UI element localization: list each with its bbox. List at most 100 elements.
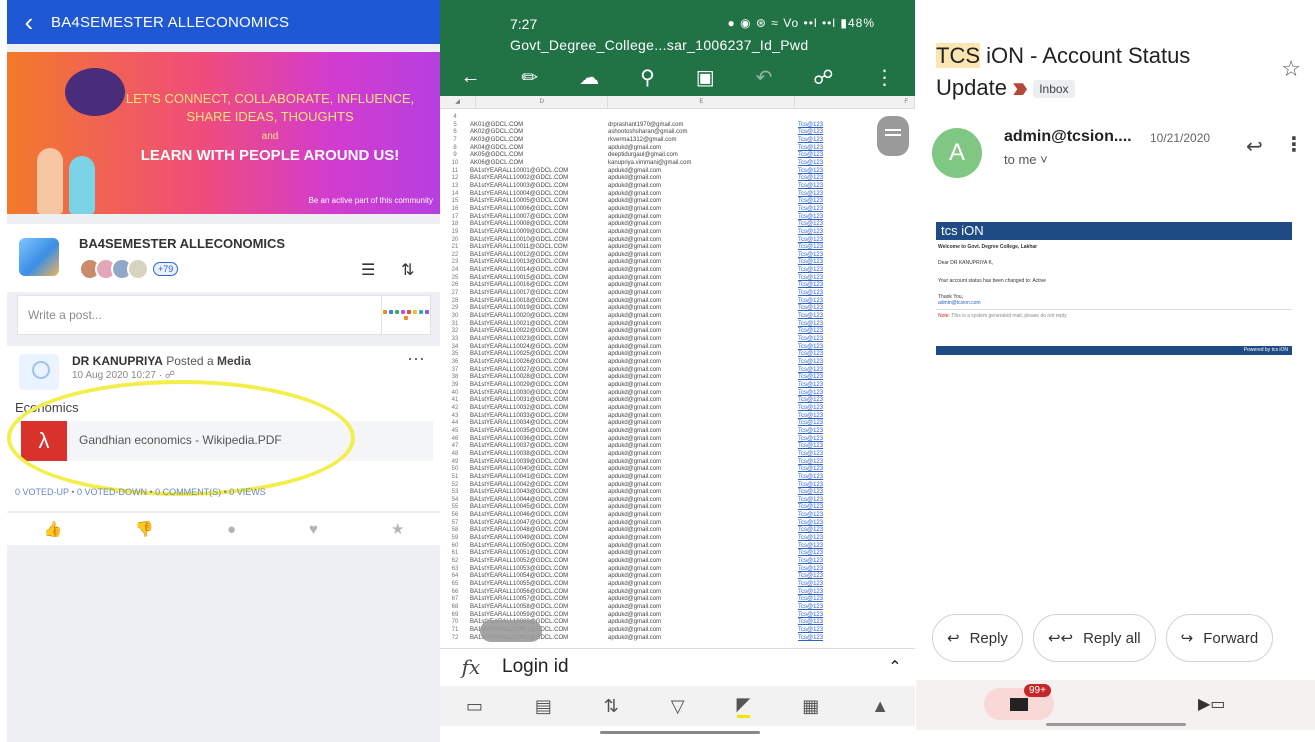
cell-password[interactable]: Tcs@123 (798, 573, 823, 581)
table-row[interactable]: 53 BA1stYEARALL10043@GDCL.COM apdukd@gmail… (440, 489, 915, 497)
cell-email[interactable]: apdukd@gmail.com (608, 451, 798, 459)
reply-button[interactable]: ↩ Reply (932, 614, 1023, 662)
cell-login-id[interactable]: AK05@GDCL.COM (470, 152, 608, 160)
table-row[interactable]: 51 BA1stYEARALL10041@GDCL.COM apdukd@gmail… (440, 474, 915, 482)
cell-password[interactable]: Tcs@123 (798, 443, 823, 451)
back-arrow-icon[interactable]: ← (460, 66, 480, 89)
cell-password[interactable]: Tcs@123 (798, 428, 823, 436)
cell-email[interactable]: apdukd@gmail.com (608, 497, 798, 505)
cell-login-id[interactable]: BA1stYEARALL10053@GDCL.COM (470, 566, 608, 574)
column-header[interactable]: E (608, 96, 796, 108)
undo-icon[interactable]: ↶ (756, 65, 773, 90)
cell-password[interactable]: Tcs@123 (798, 520, 823, 528)
comment-icon[interactable]: ● (227, 521, 236, 538)
table-row[interactable]: 15 BA1stYEARALL10005@GDCL.COM apdukd@gmail… (440, 198, 915, 206)
cell-email[interactable]: apdukd@gmail.com (608, 566, 798, 574)
cell-login-id[interactable]: BA1stYEARALL10034@GDCL.COM (470, 420, 608, 428)
cell-password[interactable]: Tcs@123 (798, 550, 823, 558)
cell-login-id[interactable]: BA1stYEARALL10037@GDCL.COM (470, 443, 608, 451)
cell-login-id[interactable] (470, 114, 608, 122)
cell-email[interactable]: apdukd@gmail.com (608, 550, 798, 558)
cell-login-id[interactable]: BA1stYEARALL10001@GDCL.COM (470, 168, 608, 176)
table-row[interactable]: 54 BA1stYEARALL10044@GDCL.COM apdukd@gmail… (440, 497, 915, 505)
table-row[interactable]: 39 BA1stYEARALL10029@GDCL.COM apdukd@gmail… (440, 382, 915, 390)
recipient-line[interactable]: to me ˅ (1004, 152, 1048, 167)
filter-icon[interactable]: ▽ (671, 696, 685, 717)
write-post-box[interactable]: Write a post... (17, 295, 431, 335)
cell-password[interactable]: Tcs@123 (798, 604, 823, 612)
cell-password[interactable]: Tcs@123 (798, 129, 823, 137)
table-row[interactable]: 33 BA1stYEARALL10023@GDCL.COM apdukd@gmail… (440, 336, 915, 344)
save-icon[interactable]: ▣ (696, 65, 715, 90)
cell-email[interactable]: apdukd@gmail.com (608, 397, 798, 405)
cell-email[interactable]: apdukd@gmail.com (608, 635, 798, 643)
cell-password[interactable]: Tcs@123 (798, 282, 823, 290)
table-row[interactable]: 68 BA1stYEARALL10058@GDCL.COM apdukd@gmail… (440, 604, 915, 612)
reply-all-button[interactable]: ↩↩ Reply all (1032, 614, 1156, 662)
cell-login-id[interactable]: BA1stYEARALL10028@GDCL.COM (470, 374, 608, 382)
select-all-corner[interactable]: ◢ (440, 96, 477, 108)
cell-email[interactable]: apdukd@gmail.com (608, 535, 798, 543)
table-row[interactable]: 48 BA1stYEARALL10038@GDCL.COM apdukd@gmail… (440, 451, 915, 459)
cell-login-id[interactable]: BA1stYEARALL10019@GDCL.COM (470, 305, 608, 313)
table-row[interactable]: 17 BA1stYEARALL10007@GDCL.COM apdukd@gmail… (440, 214, 915, 222)
cell-login-id[interactable]: BA1stYEARALL10013@GDCL.COM (470, 259, 608, 267)
table-row[interactable]: 62 BA1stYEARALL10052@GDCL.COM apdukd@gmail… (440, 558, 915, 566)
cell-password[interactable]: Tcs@123 (798, 451, 823, 459)
cell-login-id[interactable]: BA1stYEARALL10055@GDCL.COM (470, 581, 608, 589)
cell-password[interactable]: Tcs@123 (798, 267, 823, 275)
cell-email[interactable]: apdukd@gmail.com (608, 175, 798, 183)
more-vert-icon[interactable]: ⋮ (1284, 132, 1304, 157)
cell-login-id[interactable]: BA1stYEARALL10030@GDCL.COM (470, 390, 608, 398)
cell-login-id[interactable]: BA1stYEARALL10016@GDCL.COM (470, 282, 608, 290)
table-row[interactable]: 22 BA1stYEARALL10012@GDCL.COM apdukd@gmail… (440, 252, 915, 260)
sheet-grid[interactable]: 4 5 AK01@GDCL.COM drprashant1970@gmail.com T… (440, 108, 915, 648)
table-row[interactable]: 27 BA1stYEARALL10017@GDCL.COM apdukd@gmail… (440, 290, 915, 298)
table-row[interactable]: 7 AK03@GDCL.COM rkverma1312@gmail.com Tcs@1… (440, 137, 915, 145)
post-author[interactable]: DR KANUPRIYA (72, 354, 163, 368)
table-row[interactable]: 20 BA1stYEARALL10010@GDCL.COM apdukd@gmail… (440, 237, 915, 245)
cell-login-id[interactable]: BA1stYEARALL10057@GDCL.COM (470, 596, 608, 604)
cell-password[interactable]: Tcs@123 (798, 359, 823, 367)
table-row[interactable]: 6 AK02@GDCL.COM ashootoshsharan@gmail.com T… (440, 129, 915, 137)
cell-password[interactable]: Tcs@123 (798, 290, 823, 298)
table-row[interactable]: 5 AK01@GDCL.COM drprashant1970@gmail.com Tc… (440, 122, 915, 130)
cell-login-id[interactable]: BA1stYEARALL10038@GDCL.COM (470, 451, 608, 459)
cell-password[interactable]: Tcs@123 (798, 259, 823, 267)
cell-email[interactable]: apdukd@gmail.com (608, 482, 798, 490)
cell-password[interactable]: Tcs@123 (798, 175, 823, 183)
cell-login-id[interactable]: BA1stYEARALL10025@GDCL.COM (470, 351, 608, 359)
cell-email[interactable]: rkverma1312@gmail.com (608, 137, 798, 145)
cell-login-id[interactable]: BA1stYEARALL10052@GDCL.COM (470, 558, 608, 566)
table-icon[interactable]: ▦ (802, 696, 819, 717)
table-row[interactable]: 8 AK04@GDCL.COM apdukd@gmail.com Tcs@123 (440, 145, 915, 153)
cell-password[interactable]: Tcs@123 (798, 558, 823, 566)
table-row[interactable]: 42 BA1stYEARALL10032@GDCL.COM apdukd@gmail… (440, 405, 915, 413)
cell-password[interactable]: Tcs@123 (798, 122, 823, 130)
cell-login-id[interactable]: BA1stYEARALL10058@GDCL.COM (470, 604, 608, 612)
cell-login-id[interactable]: BA1stYEARALL10040@GDCL.COM (470, 466, 608, 474)
cell-login-id[interactable]: AK01@GDCL.COM (470, 122, 608, 130)
table-row[interactable]: 43 BA1stYEARALL10033@GDCL.COM apdukd@gmail… (440, 413, 915, 421)
table-row[interactable]: 59 BA1stYEARALL10049@GDCL.COM apdukd@gmail… (440, 535, 915, 543)
table-row[interactable]: 25 BA1stYEARALL10015@GDCL.COM apdukd@gmail… (440, 275, 915, 283)
cell-email[interactable]: apdukd@gmail.com (608, 214, 798, 222)
table-row[interactable]: 35 BA1stYEARALL10025@GDCL.COM apdukd@gmail… (440, 351, 915, 359)
cell-email[interactable]: apdukd@gmail.com (608, 420, 798, 428)
cell-password[interactable]: Tcs@123 (798, 351, 823, 359)
table-row[interactable]: 19 BA1stYEARALL10009@GDCL.COM apdukd@gmail… (440, 229, 915, 237)
cell-password[interactable]: Tcs@123 (798, 221, 823, 229)
cell-login-id[interactable]: BA1stYEARALL10035@GDCL.COM (470, 428, 608, 436)
sender-name[interactable]: admin@tcsion.... (1004, 128, 1132, 146)
thumbs-up-icon[interactable]: 👍 (44, 520, 63, 538)
table-row[interactable]: 55 BA1stYEARALL10045@GDCL.COM apdukd@gmail… (440, 504, 915, 512)
column-header[interactable]: F (795, 96, 915, 108)
cell-email[interactable]: apdukd@gmail.com (608, 206, 798, 214)
cell-email[interactable]: apdukd@gmail.com (608, 604, 798, 612)
cell-login-id[interactable]: BA1stYEARALL10045@GDCL.COM (470, 504, 608, 512)
table-row[interactable]: 58 BA1stYEARALL10048@GDCL.COM apdukd@gmail… (440, 527, 915, 535)
cell-email[interactable]: apdukd@gmail.com (608, 443, 798, 451)
cell-email[interactable]: deeptidurgaul@gmail.com (608, 152, 798, 160)
horizontal-scroll-handle[interactable] (480, 620, 542, 642)
scroll-handle[interactable] (877, 116, 909, 156)
